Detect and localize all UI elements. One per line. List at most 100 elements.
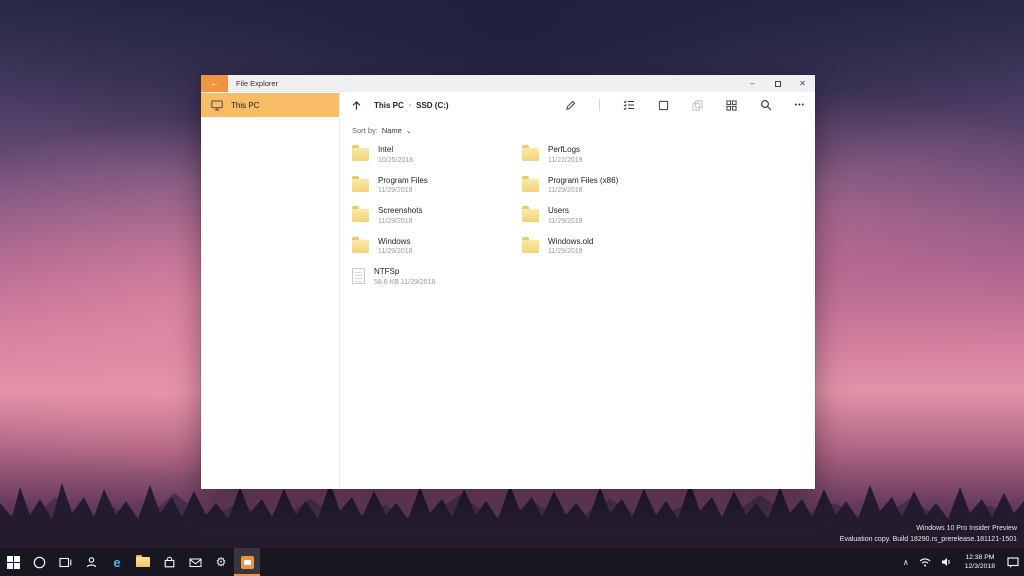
network-button[interactable] — [914, 548, 936, 576]
sidebar-item-this-pc[interactable]: This PC — [201, 93, 339, 117]
share-icon — [692, 100, 703, 111]
sort-label: Sort by: — [352, 126, 378, 135]
more-icon: ••• — [795, 102, 805, 109]
select-button[interactable] — [623, 99, 635, 111]
file-item-program-files-x86[interactable]: Program Files (x86) 11/29/2018 — [522, 176, 815, 195]
close-icon: ✕ — [799, 79, 806, 88]
folder-icon — [352, 179, 369, 192]
item-name: Windows.old — [548, 237, 593, 247]
window-title: File Explorer — [236, 75, 278, 92]
file-item-users[interactable]: Users 11/29/2018 — [522, 206, 815, 225]
people-button[interactable] — [78, 548, 104, 576]
search-button[interactable] — [760, 99, 772, 111]
sidebar-item-label: This PC — [231, 101, 259, 110]
item-name: NTFSp — [374, 267, 435, 277]
edge-icon: e — [113, 556, 120, 569]
system-tray: ∧ 12:38 PM 12/3/2018 — [898, 548, 1024, 576]
item-name: Windows — [378, 237, 413, 247]
file-item-screenshots[interactable]: Screenshots 11/29/2018 — [352, 206, 522, 225]
pencil-icon — [565, 100, 576, 111]
people-icon — [85, 556, 98, 569]
watermark-line1: Windows 10 Pro Insider Preview — [840, 524, 1017, 535]
share-button[interactable] — [692, 100, 703, 111]
file-explorer-uwp-button-active[interactable] — [234, 548, 260, 576]
item-name: Program Files (x86) — [548, 176, 618, 186]
item-date: 58.6 KB 11/29/2018 — [374, 279, 435, 286]
folder-icon — [352, 240, 369, 253]
item-date: 11/22/2018 — [548, 157, 583, 164]
folder-icon — [352, 209, 369, 222]
item-date: 10/25/2018 — [378, 157, 413, 164]
item-name: Program Files — [378, 176, 428, 186]
file-icon — [352, 268, 365, 284]
item-name: Users — [548, 206, 583, 216]
search-icon — [760, 99, 772, 111]
content-pane: This PC › SSD (C:) — [340, 92, 815, 489]
close-button[interactable]: ✕ — [790, 75, 815, 92]
window-controls: – ✕ — [740, 75, 815, 92]
breadcrumb-current[interactable]: SSD (C:) — [416, 101, 448, 110]
evaluation-watermark: Windows 10 Pro Insider Preview Evaluatio… — [840, 524, 1017, 545]
clock-time: 12:38 PM — [965, 553, 995, 562]
cortana-search-button[interactable] — [26, 548, 52, 576]
edge-button[interactable]: e — [104, 548, 130, 576]
up-button[interactable] — [351, 100, 362, 111]
watermark-line2: Evaluation copy. Build 18290.rs_prerelea… — [840, 535, 1017, 546]
new-folder-button[interactable] — [658, 100, 669, 111]
mail-icon — [189, 556, 202, 569]
store-button[interactable] — [156, 548, 182, 576]
cortana-circle-icon — [33, 556, 46, 569]
mail-button[interactable] — [182, 548, 208, 576]
action-center-icon — [1007, 556, 1019, 568]
start-button[interactable] — [0, 548, 26, 576]
file-item-perflogs[interactable]: PerfLogs 11/22/2018 — [522, 145, 815, 164]
tray-expand-button[interactable]: ∧ — [898, 548, 914, 576]
up-arrow-icon — [351, 100, 362, 111]
settings-button[interactable]: ⚙ — [208, 548, 234, 576]
rename-button[interactable] — [565, 100, 576, 111]
taskbar: e ⚙ ∧ — [0, 548, 1024, 576]
taskbar-clock[interactable]: 12:38 PM 12/3/2018 — [958, 548, 1002, 576]
folder-icon — [522, 148, 539, 161]
back-arrow-icon: ← — [210, 78, 219, 88]
file-explorer-window: ← File Explorer – ✕ This PC — [201, 75, 815, 489]
item-date: 11/29/2018 — [378, 218, 422, 225]
new-folder-icon — [658, 100, 669, 111]
chevron-down-icon: ⌄ — [406, 127, 412, 135]
action-center-button[interactable] — [1002, 548, 1024, 576]
item-date: 11/29/2018 — [378, 187, 428, 194]
sort-dropdown[interactable]: Sort by: Name ⌄ — [340, 118, 815, 137]
folder-icon — [522, 240, 539, 253]
item-date: 11/29/2018 — [548, 218, 583, 225]
back-button[interactable]: ← — [201, 75, 228, 92]
titlebar[interactable]: ← File Explorer – ✕ — [201, 75, 815, 92]
file-explorer-button[interactable] — [130, 548, 156, 576]
speaker-icon — [941, 557, 953, 567]
grid-view-icon — [726, 100, 737, 111]
file-item-program-files[interactable]: Program Files 11/29/2018 — [352, 176, 522, 195]
gear-icon: ⚙ — [216, 556, 227, 568]
breadcrumb-separator-icon: › — [409, 102, 411, 109]
maximize-icon — [775, 81, 781, 87]
folder-icon — [136, 557, 150, 567]
command-bar: This PC › SSD (C:) — [340, 92, 815, 118]
desktop: Windows 10 Pro Insider Preview Evaluatio… — [0, 0, 1024, 576]
file-item-intel[interactable]: Intel 10/25/2018 — [352, 145, 522, 164]
clock-date: 12/3/2018 — [965, 562, 995, 571]
grid-view-button[interactable] — [726, 100, 737, 111]
item-name: PerfLogs — [548, 145, 583, 155]
minimize-button[interactable]: – — [740, 75, 765, 92]
volume-button[interactable] — [936, 548, 958, 576]
item-date: 11/29/2018 — [378, 248, 413, 255]
breadcrumb-root[interactable]: This PC — [374, 101, 404, 110]
store-bag-icon — [163, 556, 176, 569]
breadcrumb: This PC › SSD (C:) — [374, 101, 449, 110]
task-view-button[interactable] — [52, 548, 78, 576]
sidebar: This PC — [201, 92, 340, 489]
file-item-windows[interactable]: Windows 11/29/2018 — [352, 237, 522, 256]
file-item-windows-old[interactable]: Windows.old 11/29/2018 — [522, 237, 815, 256]
maximize-button[interactable] — [765, 75, 790, 92]
more-button[interactable]: ••• — [795, 102, 805, 109]
file-item-ntfsp[interactable]: NTFSp 58.6 KB 11/29/2018 — [352, 267, 522, 286]
folder-icon — [522, 209, 539, 222]
